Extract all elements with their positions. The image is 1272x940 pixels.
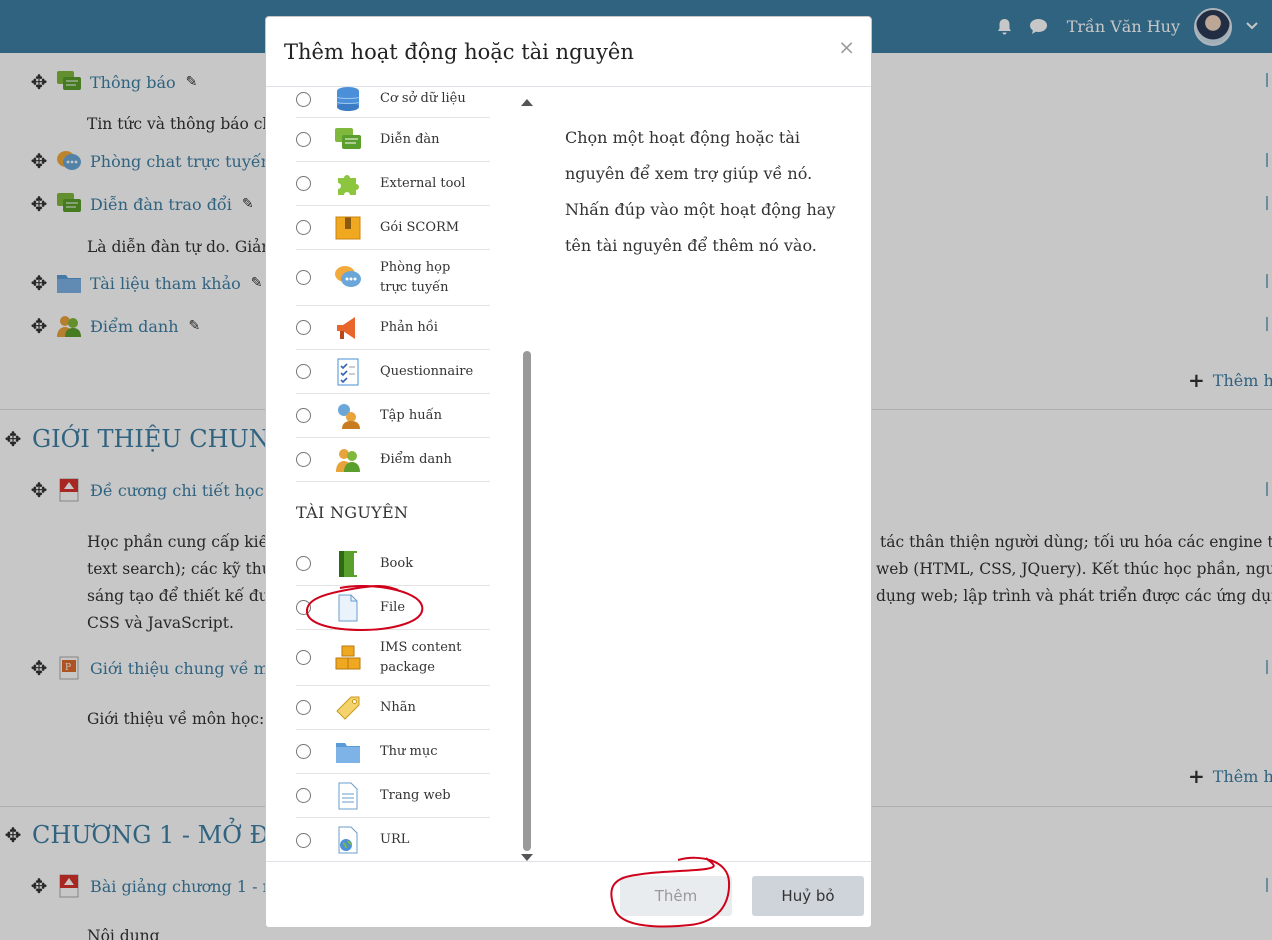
chat-icon — [335, 265, 361, 287]
option-label: Phản hồi — [380, 319, 438, 335]
close-icon[interactable]: × — [838, 35, 855, 59]
option-radio[interactable] — [296, 320, 311, 335]
option-page[interactable]: Trang web — [296, 774, 490, 818]
option-label: Thư mục — [380, 743, 438, 759]
option-questionnaire[interactable]: Questionnaire — [296, 350, 490, 394]
option-label: File — [380, 599, 406, 615]
scroll-up-arrow-icon[interactable] — [521, 99, 533, 106]
option-feedback[interactable]: Phản hồi — [296, 306, 490, 350]
megaphone-icon — [337, 316, 355, 339]
option-database[interactable]: Cơ sở dữ liệu — [296, 87, 490, 118]
help-text: Chọn một hoạt động hoặc tài nguyên để xe… — [565, 128, 836, 255]
label-tag-icon — [336, 696, 360, 720]
option-label: Điểm danh — [380, 451, 452, 467]
option-attendance[interactable]: Điểm danh — [296, 438, 490, 482]
ims-package-icon — [335, 645, 361, 669]
option-label: IMS content package — [380, 639, 462, 675]
option-radio[interactable] — [296, 91, 311, 107]
option-scorm[interactable]: Gói SCORM — [296, 206, 490, 250]
puzzle-icon — [338, 174, 359, 195]
option-folder[interactable]: Thư mục — [296, 730, 490, 774]
book-icon — [339, 550, 357, 577]
add-button[interactable]: Thêm — [620, 876, 732, 916]
page-icon — [338, 782, 358, 809]
workshop-icon — [338, 403, 360, 429]
option-label: Tập huấn — [380, 407, 442, 423]
cancel-button[interactable]: Huỷ bỏ — [752, 876, 864, 916]
option-label: Gói SCORM — [380, 219, 460, 235]
option-radio[interactable] — [296, 408, 311, 423]
scorm-package-icon — [335, 216, 361, 239]
option-radio[interactable] — [296, 452, 311, 467]
scrollbar-thumb[interactable] — [523, 351, 531, 851]
forum-icon — [335, 127, 361, 149]
option-label: Trang web — [380, 787, 451, 803]
attendance-icon — [336, 448, 360, 472]
option-label: URL — [380, 832, 410, 847]
option-label: Diễn đàn — [380, 131, 440, 147]
option-file[interactable]: File — [296, 586, 490, 630]
dialog-title: Thêm hoạt động hoặc tài nguyên — [284, 39, 634, 64]
database-icon — [336, 87, 360, 111]
option-radio[interactable] — [296, 744, 311, 759]
folder-icon — [336, 742, 360, 763]
option-label: Nhãn — [380, 699, 416, 715]
option-url[interactable]: URL — [296, 818, 490, 862]
option-external-tool[interactable]: External tool — [296, 162, 490, 206]
option-workshop[interactable]: Tập huấn — [296, 394, 490, 438]
option-label-tag[interactable]: Nhãn — [296, 686, 490, 730]
option-radio[interactable] — [296, 700, 311, 715]
option-ims-content-package[interactable]: IMS content package — [296, 630, 490, 686]
option-label: Book — [380, 555, 414, 571]
option-web-meeting[interactable]: Phòng họp trực tuyến — [296, 250, 490, 306]
option-radio[interactable] — [296, 600, 311, 615]
option-radio[interactable] — [296, 650, 311, 665]
option-label: Cơ sở dữ liệu — [380, 91, 466, 106]
option-radio[interactable] — [296, 176, 311, 191]
option-radio[interactable] — [296, 132, 311, 147]
option-radio[interactable] — [296, 832, 311, 848]
option-list[interactable]: Cơ sở dữ liệu Diễn đàn External tool Gói… — [266, 87, 536, 862]
option-label: Phòng họp trực tuyến — [380, 259, 451, 295]
option-radio[interactable] — [296, 220, 311, 235]
dialog-footer: Thêm Huỷ bỏ — [266, 861, 871, 927]
url-icon — [338, 826, 358, 854]
option-radio[interactable] — [296, 364, 311, 379]
option-list-scrollbar[interactable] — [518, 95, 536, 865]
resources-heading: TÀI NGUYÊN — [296, 503, 409, 522]
option-radio[interactable] — [296, 270, 311, 285]
option-label: Questionnaire — [380, 363, 474, 379]
activity-chooser-dialog: Thêm hoạt động hoặc tài nguyên × Cơ sở d… — [265, 16, 872, 928]
dialog-header: Thêm hoạt động hoặc tài nguyên × — [266, 17, 871, 87]
option-book[interactable]: Book — [296, 542, 490, 586]
option-forum[interactable]: Diễn đàn — [296, 118, 490, 162]
file-icon — [338, 594, 358, 621]
option-label: External tool — [380, 175, 466, 191]
checklist-icon — [337, 358, 359, 385]
option-radio[interactable] — [296, 556, 311, 571]
option-radio[interactable] — [296, 788, 311, 803]
scroll-down-arrow-icon[interactable] — [521, 854, 533, 861]
